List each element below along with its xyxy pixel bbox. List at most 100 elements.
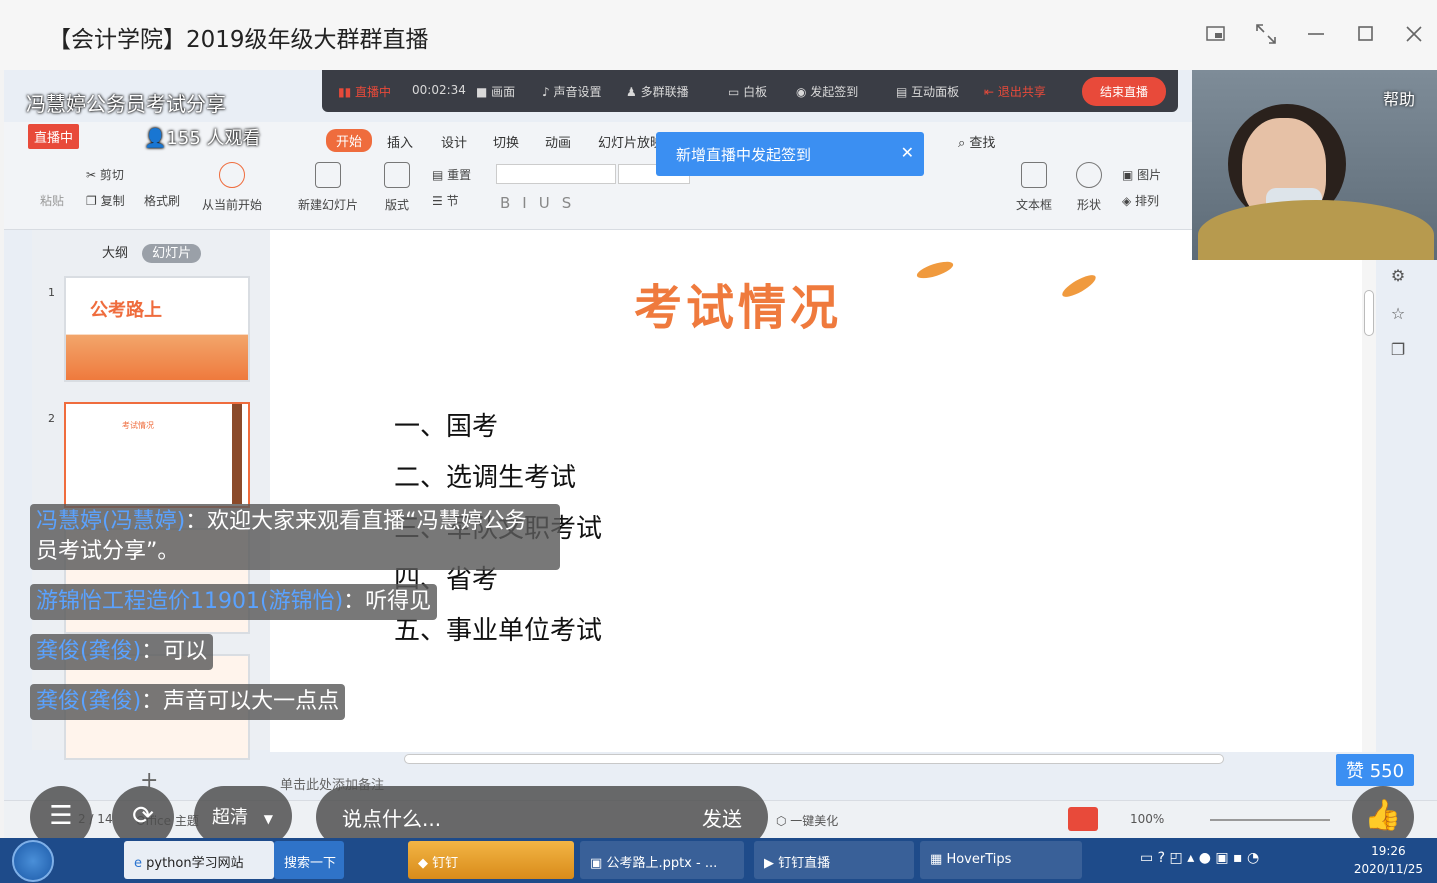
taskbar-search-button[interactable]: 搜索一下: [274, 841, 344, 879]
end-live-button[interactable]: 结束直播: [1081, 77, 1166, 106]
live-control-bar: ▮▮ 直播中 00:02:34 ■ 画面 ♪ 声音设置 ♟ 多群联播 ▭ 白板 …: [322, 70, 1178, 112]
comment-user[interactable]: 冯慧婷(冯慧婷): [36, 509, 185, 534]
send-button[interactable]: 发送: [702, 803, 742, 832]
camera-button[interactable]: ■ 画面: [476, 83, 515, 100]
cut-label: 剪切: [99, 168, 124, 182]
help-link[interactable]: 帮助: [1383, 86, 1415, 110]
viewer-count-label: 155 人观看: [166, 128, 261, 149]
check-in-button[interactable]: ◉ 发起签到: [796, 83, 858, 100]
minimize-icon[interactable]: [1302, 20, 1330, 48]
live-status-label: 直播中: [355, 85, 392, 99]
comment-text: ：可以: [141, 639, 208, 664]
horizontal-scrollbar[interactable]: [404, 754, 1224, 764]
beautify-button[interactable]: ⬡ 一键美化: [776, 812, 838, 829]
textbox-button[interactable]: 文本框: [1016, 162, 1052, 213]
tab-design[interactable]: 设计: [441, 132, 467, 151]
tab-transition[interactable]: 切换: [493, 132, 519, 151]
slide-thumbnail-1[interactable]: 公考路上: [64, 276, 250, 382]
leaf-decoration-2: [1059, 271, 1099, 301]
thumb-tree-2: [232, 404, 242, 504]
paste-button[interactable]: 粘贴: [40, 192, 64, 209]
zoom-slider[interactable]: [1210, 819, 1330, 821]
taskbar-browser-label: python学习网站: [146, 856, 244, 871]
slide-thumbnail-2[interactable]: 考试情况: [64, 402, 250, 508]
comment-text: ：听得见: [343, 589, 432, 614]
interaction-panel-button[interactable]: ▤ 互动面板: [896, 83, 959, 100]
check-in-toast: 新增直播中发起签到 ✕: [656, 132, 924, 176]
taskbar-search-label: 搜索一下: [284, 856, 337, 871]
search-button[interactable]: ⌕ 查找: [958, 132, 995, 151]
taskbar-dingtalk-label: 钉钉: [432, 856, 459, 871]
taskbar-item-dingtalk[interactable]: ◆ 钉钉: [408, 841, 574, 879]
chat-comment: 龚俊(龚俊)：可以: [30, 634, 214, 670]
format-painter-label: 格式刷: [144, 194, 181, 208]
comment-user[interactable]: 龚俊(龚俊): [36, 639, 141, 664]
maximize-icon[interactable]: [1352, 20, 1380, 48]
tab-outline[interactable]: 大纲: [102, 246, 128, 261]
system-tray[interactable]: ▭ ? ◰ ▴ ● ▣ ▪ ◔: [1140, 850, 1259, 866]
exit-share-button[interactable]: ⇤ 退出共享: [984, 83, 1046, 100]
copy-icon[interactable]: ❐: [1384, 340, 1412, 368]
quality-selector[interactable]: 超清 ▼: [194, 786, 292, 838]
like-button[interactable]: 👍: [1352, 786, 1414, 838]
star-icon[interactable]: ☆: [1384, 304, 1412, 332]
play-slideshow-icon[interactable]: [1068, 807, 1098, 831]
new-slide-button[interactable]: 新建幻灯片: [298, 162, 358, 213]
tab-home[interactable]: 开始: [326, 129, 373, 152]
reset-button[interactable]: ▤ 重置: [432, 166, 471, 183]
vertical-scrollbar[interactable]: [1362, 230, 1376, 752]
play-icon: [219, 162, 245, 188]
multi-group-button[interactable]: ♟ 多群联播: [626, 83, 689, 100]
layout-button[interactable]: 版式: [384, 162, 410, 213]
start-button[interactable]: [12, 840, 54, 882]
font-style-buttons[interactable]: BIUS: [500, 194, 583, 212]
viewer-count: 👤155 人观看: [144, 128, 261, 149]
copy-button[interactable]: ❐ 复制: [86, 192, 125, 209]
live-stage: 开始 插入 设计 切换 动画 幻灯片放映 ⌕ 查找 ✂ 剪切 ❐ 复制 格式刷 …: [4, 70, 1437, 838]
slide-canvas[interactable]: 考试情况 一、国考 二、选调生考试 三、军队文职考试 四、省考 五、事业单位考试: [270, 230, 1362, 752]
picture-button[interactable]: ▣ 图片: [1122, 166, 1161, 183]
close-icon[interactable]: [1400, 20, 1428, 48]
beautify-label: 一键美化: [790, 814, 839, 828]
chat-list-button[interactable]: ☰: [30, 786, 92, 838]
chat-input[interactable]: 说点什么... 发送: [316, 786, 768, 838]
paste-label: 粘贴: [40, 194, 65, 208]
tab-slideshow[interactable]: 幻灯片放映: [598, 132, 663, 151]
tab-insert[interactable]: 插入: [387, 132, 413, 151]
tab-animation[interactable]: 动画: [545, 132, 571, 151]
taskbar-item-hovertips[interactable]: ▦ HoverTips: [920, 841, 1082, 879]
panel-tabs: 大纲 幻灯片: [102, 242, 202, 263]
taskbar-item-pptx[interactable]: ▣ 公考路上.pptx - ...: [580, 841, 744, 879]
cut-button[interactable]: ✂ 剪切: [86, 166, 124, 183]
comment-user[interactable]: 龚俊(龚俊): [36, 689, 141, 714]
arrange-button[interactable]: ◈ 排列: [1122, 192, 1159, 209]
layout-label: 版式: [384, 198, 409, 212]
thumb-number-1: 1: [48, 286, 55, 299]
camera-label: 画面: [491, 85, 516, 99]
whiteboard-button[interactable]: ▭ 白板: [728, 83, 767, 100]
audio-settings-button[interactable]: ♪ 声音设置: [542, 83, 602, 100]
expand-icon[interactable]: [1252, 20, 1280, 48]
comment-user[interactable]: 游锦怡工程造价11901(游锦怡): [36, 589, 343, 614]
thumb-number-2: 2: [48, 412, 55, 425]
pip-icon[interactable]: [1202, 20, 1230, 48]
comment-text-cont: 员考试分享”。: [36, 539, 180, 564]
tab-slides[interactable]: 幻灯片: [142, 244, 202, 263]
play-from-current-button[interactable]: 从当前开始: [202, 162, 262, 213]
vertical-scroll-thumb[interactable]: [1364, 290, 1374, 336]
chat-comment: 龚俊(龚俊)：声音可以大一点点: [30, 684, 346, 720]
taskbar-item-browser[interactable]: e python学习网站: [124, 841, 274, 879]
shape-label: 形状: [1076, 198, 1101, 212]
toast-close-icon[interactable]: ✕: [901, 143, 914, 162]
format-painter-button[interactable]: 格式刷: [144, 192, 180, 209]
properties-icon[interactable]: ⚙: [1384, 266, 1412, 294]
section-button[interactable]: ☰ 节: [432, 192, 459, 209]
rotate-button[interactable]: ⟳: [112, 786, 174, 838]
system-clock[interactable]: 19:26 2020/11/25: [1354, 842, 1423, 878]
shape-button[interactable]: 形状: [1076, 162, 1102, 213]
taskbar-item-dingtalk-live[interactable]: ▶ 钉钉直播: [754, 841, 914, 879]
font-family-select[interactable]: [496, 164, 616, 184]
quality-label: 超清: [212, 807, 248, 828]
zoom-level[interactable]: 100%: [1130, 812, 1164, 826]
new-slide-icon: [315, 162, 341, 188]
